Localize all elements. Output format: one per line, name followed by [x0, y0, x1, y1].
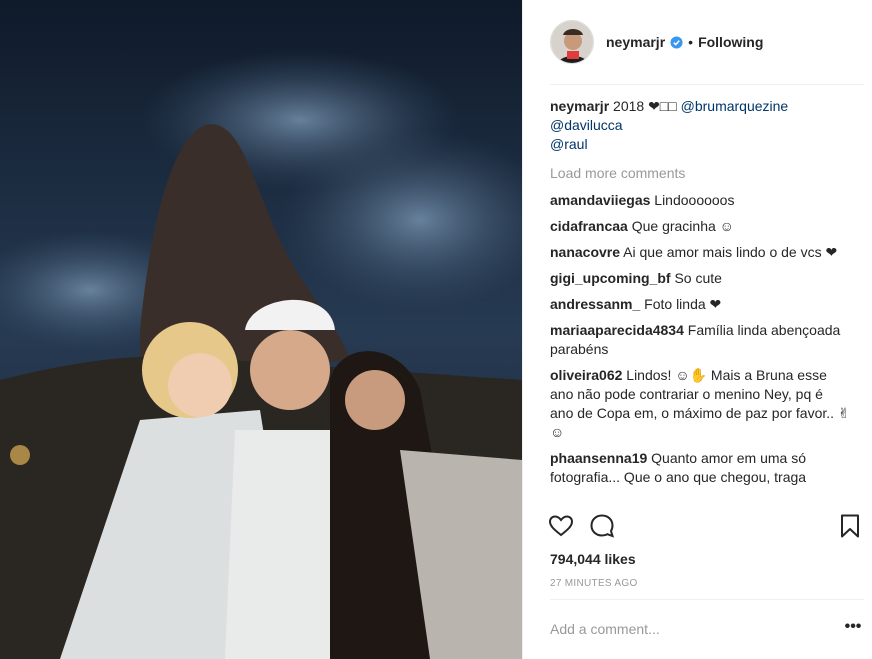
comment-username[interactable]: oliveira062	[550, 367, 622, 383]
header-separator: •	[688, 34, 694, 50]
comment: oliveira062 Lindos! ☺✋ Mais a Bruna esse…	[550, 366, 850, 442]
more-options-button[interactable]: •••	[843, 619, 863, 640]
comment: amandaviiegas Lindoooooos	[550, 191, 850, 210]
comment: cidafrancaa Que gracinha ☺	[550, 217, 850, 236]
header-username[interactable]: neymarjr	[606, 34, 665, 50]
comment-text: Que gracinha ☺	[631, 218, 734, 234]
caption: neymarjr 2018 ❤︎□□ @brumarquezine @davil…	[550, 97, 850, 154]
comment: mariaaparecida4834 Família linda abençoa…	[550, 321, 850, 359]
comment-username[interactable]: andressanm_	[550, 296, 640, 312]
post-details-panel: neymarjr • Following neymarjr 2018 ❤︎□□ …	[522, 0, 872, 659]
comments-list[interactable]: neymarjr 2018 ❤︎□□ @brumarquezine @davil…	[550, 97, 850, 501]
mention-link[interactable]: @davilucca	[550, 117, 623, 133]
following-button[interactable]: Following	[698, 34, 763, 50]
mention-link[interactable]: @brumarquezine	[681, 98, 789, 114]
footer-divider	[550, 599, 864, 600]
post-timestamp[interactable]: 27 MINUTES AGO	[550, 578, 638, 589]
comment: andressanm_ Foto linda ❤	[550, 295, 850, 314]
comment-text: Foto linda ❤	[644, 296, 722, 312]
comment-username[interactable]: amandaviiegas	[550, 192, 650, 208]
bookmark-icon	[841, 514, 859, 538]
action-bar	[547, 512, 860, 542]
likes-count[interactable]: 794,044 likes	[550, 551, 636, 567]
comment: gigi_upcoming_bf So cute	[550, 269, 850, 288]
caption-text: 2018 ❤︎□□	[613, 98, 677, 114]
avatar[interactable]	[550, 20, 594, 64]
comment-text: Lindoooooos	[654, 192, 735, 208]
post-photo[interactable]	[0, 0, 522, 659]
instagram-post: neymarjr • Following neymarjr 2018 ❤︎□□ …	[0, 0, 872, 659]
comment-username[interactable]: gigi_upcoming_bf	[550, 270, 671, 286]
verified-badge-icon	[670, 35, 683, 49]
avatar-image	[551, 21, 593, 63]
add-comment-input[interactable]	[550, 618, 810, 640]
comment-button[interactable]	[588, 512, 616, 540]
comment-text: Ai que amor mais lindo o de vcs ❤	[623, 244, 838, 260]
heart-icon	[548, 515, 574, 537]
like-button[interactable]	[547, 512, 575, 540]
comment-username[interactable]: cidafrancaa	[550, 218, 628, 234]
caption-username[interactable]: neymarjr	[550, 98, 609, 114]
comment: nanacovre Ai que amor mais lindo o de vc…	[550, 243, 850, 262]
comment: phaansenna19 Quanto amor em uma só fotog…	[550, 449, 850, 487]
save-button[interactable]	[836, 512, 864, 540]
header-divider	[550, 84, 864, 85]
mention-link[interactable]: @raul	[550, 136, 588, 152]
load-more-comments-button[interactable]: Load more comments	[550, 164, 850, 183]
comment-icon	[590, 514, 615, 538]
comment-username[interactable]: nanacovre	[550, 244, 620, 260]
comment-username[interactable]: phaansenna19	[550, 450, 647, 466]
comment-username[interactable]: mariaaparecida4834	[550, 322, 684, 338]
comment-text: So cute	[674, 270, 722, 286]
post-photo-image	[0, 0, 522, 659]
header-text: neymarjr • Following	[606, 34, 763, 50]
post-header: neymarjr • Following	[523, 0, 872, 84]
